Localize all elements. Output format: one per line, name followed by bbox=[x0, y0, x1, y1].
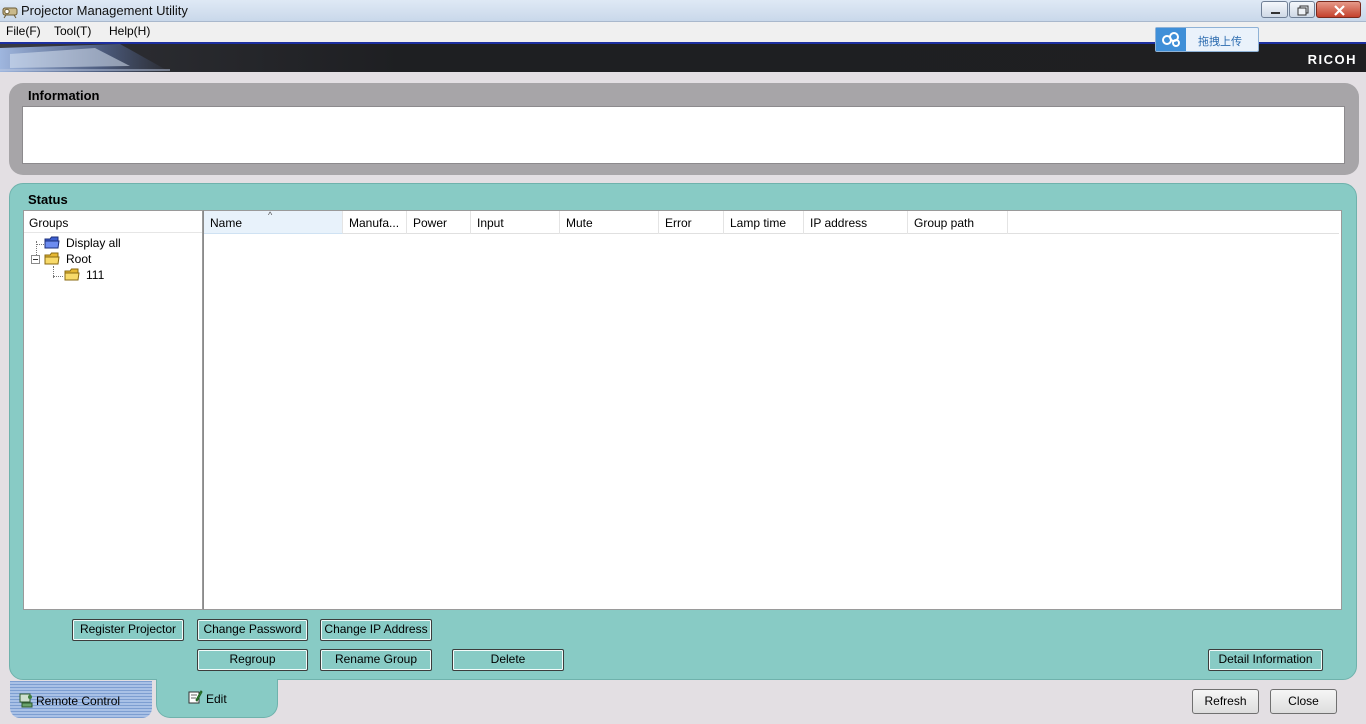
column-label: Power bbox=[413, 216, 448, 230]
register-projector-button[interactable]: Register Projector bbox=[72, 619, 184, 641]
rename-group-button[interactable]: Rename Group bbox=[320, 649, 432, 671]
column-header-power[interactable]: Power bbox=[407, 211, 471, 234]
column-label: Lamp time bbox=[730, 216, 787, 230]
regroup-button[interactable]: Regroup bbox=[197, 649, 308, 671]
change-password-button[interactable]: Change Password bbox=[197, 619, 308, 641]
collapse-toggle-icon[interactable] bbox=[31, 255, 40, 264]
ricoh-logo: RICOH bbox=[1307, 52, 1357, 67]
menu-tool[interactable]: Tool(T) bbox=[54, 24, 91, 38]
column-header-group-path[interactable]: Group path bbox=[908, 211, 1008, 234]
column-label: IP address bbox=[810, 216, 868, 230]
column-header-lamp-time[interactable]: Lamp time bbox=[724, 211, 804, 234]
groups-tree[interactable]: Groups Display all Root 111 bbox=[23, 210, 203, 610]
tree-item-111[interactable]: 111 bbox=[64, 267, 164, 283]
tab-label: Remote Control bbox=[36, 694, 121, 708]
minimize-icon bbox=[1271, 12, 1280, 14]
column-header-error[interactable]: Error bbox=[659, 211, 724, 234]
upload-label: 拖拽上传 bbox=[1198, 36, 1242, 48]
blue-folder-icon bbox=[44, 236, 60, 249]
delete-button[interactable]: Delete bbox=[452, 649, 564, 671]
change-ip-address-button[interactable]: Change IP Address bbox=[320, 619, 432, 641]
menu-help[interactable]: Help(H) bbox=[109, 24, 150, 38]
column-label: Manufa... bbox=[349, 216, 400, 230]
tab-edit[interactable]: Edit bbox=[156, 679, 278, 718]
edit-icon bbox=[188, 690, 203, 704]
tree-item-root[interactable]: Root bbox=[44, 251, 144, 267]
column-label: Group path bbox=[914, 216, 975, 230]
column-header-manufacturer[interactable]: Manufa... bbox=[343, 211, 407, 234]
column-header-ip-address[interactable]: IP address bbox=[804, 211, 908, 234]
close-button[interactable]: Close bbox=[1270, 689, 1337, 714]
column-header-name[interactable]: ^ Name bbox=[204, 211, 343, 234]
tree-item-label: 111 bbox=[86, 268, 105, 282]
drag-upload-widget[interactable]: 拖拽上传 bbox=[1155, 27, 1259, 52]
column-label: Input bbox=[477, 216, 504, 230]
minimize-button[interactable] bbox=[1261, 1, 1288, 18]
projector-app-icon bbox=[2, 7, 18, 19]
cloud-icon bbox=[1156, 28, 1186, 51]
close-icon bbox=[1334, 5, 1345, 16]
remote-control-icon bbox=[19, 693, 33, 708]
refresh-button[interactable]: Refresh bbox=[1192, 689, 1259, 714]
tab-label: Edit bbox=[206, 692, 227, 706]
information-box bbox=[22, 106, 1345, 164]
window-title: Projector Management Utility bbox=[21, 3, 188, 18]
laptop-graphic bbox=[0, 44, 170, 72]
column-header-mute[interactable]: Mute bbox=[560, 211, 659, 234]
detail-information-button[interactable]: Detail Information bbox=[1208, 649, 1323, 671]
restore-icon bbox=[1297, 5, 1309, 16]
column-label: Name bbox=[210, 216, 243, 230]
folder-icon bbox=[44, 252, 60, 265]
projector-list[interactable]: ^ Name Manufa... Power Input Mute Error … bbox=[203, 210, 1342, 610]
menu-file[interactable]: File(F) bbox=[6, 24, 41, 38]
maximize-button[interactable] bbox=[1289, 1, 1315, 18]
column-label: Mute bbox=[566, 216, 593, 230]
column-header-input[interactable]: Input bbox=[471, 211, 560, 234]
status-title: Status bbox=[28, 192, 68, 207]
tree-item-label: Root bbox=[66, 252, 92, 266]
folder-icon bbox=[64, 268, 80, 281]
tree-item-label: Display all bbox=[66, 236, 121, 250]
sort-ascending-icon: ^ bbox=[268, 211, 273, 220]
status-panel: Status Groups Display all Root 111 ^ Nam… bbox=[9, 183, 1357, 680]
information-panel: Information bbox=[9, 83, 1359, 175]
groups-header: Groups bbox=[24, 211, 202, 233]
tree-line bbox=[53, 276, 63, 277]
information-title: Information bbox=[28, 88, 100, 103]
title-bar: Projector Management Utility bbox=[0, 0, 1366, 22]
tree-item-display-all[interactable]: Display all bbox=[44, 235, 144, 251]
column-label: Error bbox=[665, 216, 692, 230]
close-window-button[interactable] bbox=[1316, 1, 1361, 18]
list-header: ^ Name Manufa... Power Input Mute Error … bbox=[204, 211, 1339, 234]
tab-remote-control[interactable]: Remote Control bbox=[10, 681, 152, 718]
